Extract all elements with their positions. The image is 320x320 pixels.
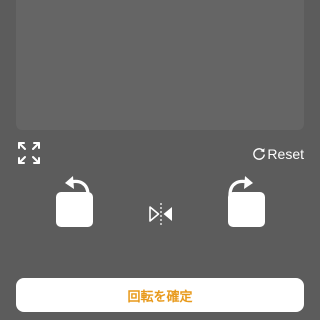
rotate-left-icon	[56, 176, 93, 227]
image-preview	[16, 0, 304, 130]
rotate-right-icon	[228, 176, 265, 227]
reset-icon	[252, 147, 266, 161]
rotate-right-button[interactable]	[214, 174, 266, 228]
flip-horizontal-icon	[149, 203, 172, 225]
flip-horizontal-button[interactable]	[148, 202, 174, 226]
expand-icon[interactable]	[16, 140, 42, 166]
rotate-left-button[interactable]	[52, 174, 104, 228]
reset-button[interactable]: Reset	[252, 145, 304, 163]
reset-label: Reset	[267, 146, 304, 162]
confirm-rotation-button[interactable]: 回転を確定	[16, 278, 304, 312]
